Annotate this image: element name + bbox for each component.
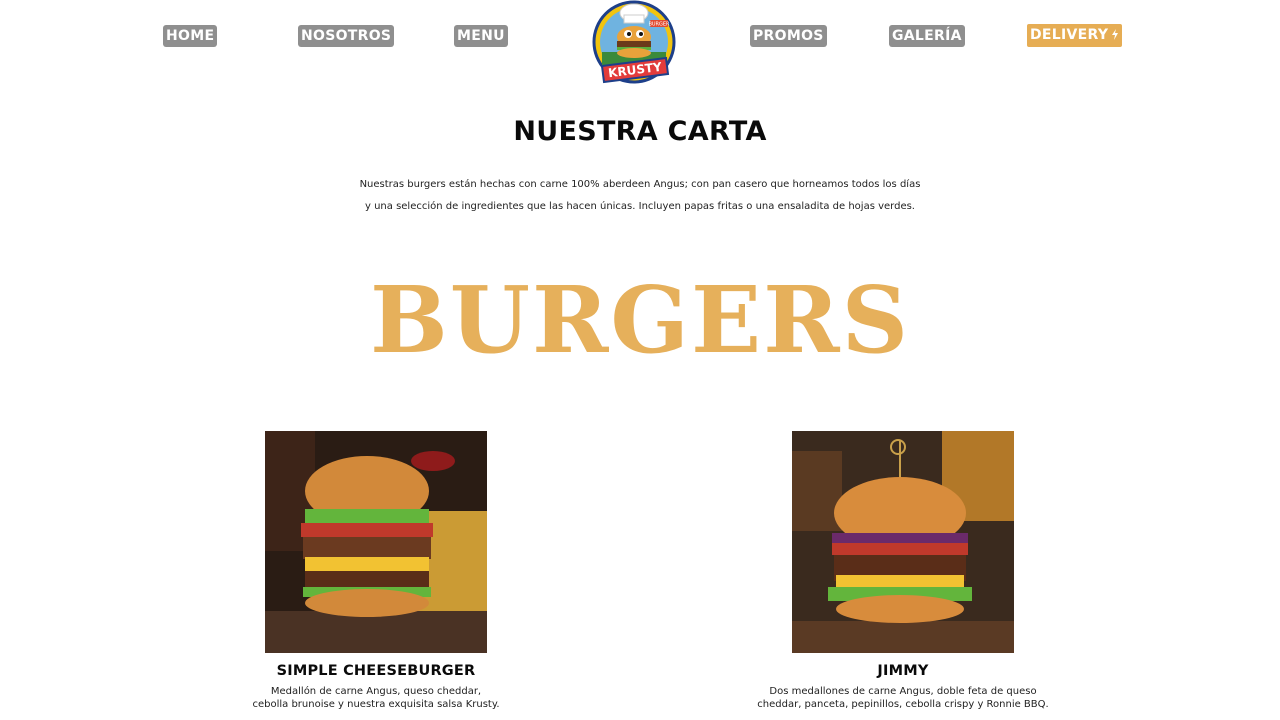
product-name: SIMPLE CHEESEBURGER bbox=[276, 663, 476, 679]
nav-promos[interactable]: PROMOS bbox=[750, 25, 827, 47]
burger-image bbox=[265, 431, 487, 653]
product-description: Medallón de carne Angus, queso cheddar, … bbox=[226, 685, 526, 711]
menu-description: Nuestras burgers están hechas con carne … bbox=[340, 174, 940, 218]
burger-image bbox=[792, 431, 1014, 653]
lightning-icon bbox=[1112, 29, 1119, 40]
krusty-logo[interactable]: BURGER KRUSTY bbox=[588, 0, 680, 86]
nav-galeria[interactable]: GALERÍA bbox=[889, 25, 965, 47]
nav-home[interactable]: HOME bbox=[163, 25, 218, 47]
product-name: JIMMY bbox=[877, 663, 929, 679]
product-description-line-2: cheddar, panceta, pepinillos, cebolla cr… bbox=[757, 699, 1049, 710]
description-line-2: y una selección de ingredientes que las … bbox=[364, 201, 915, 212]
product-card: JIMMY Dos medallones de carne Angus, dob… bbox=[753, 431, 1053, 711]
logo-badge-text: BURGER bbox=[648, 22, 670, 28]
product-description-line-1: Medallón de carne Angus, queso cheddar, bbox=[270, 686, 482, 697]
nav-delivery[interactable]: DELIVERY bbox=[1027, 24, 1123, 47]
top-nav: HOME NOSOTROS MENU BURGER KRUSTY PROMOS … bbox=[0, 0, 1280, 90]
product-description-line-1: Dos medallones de carne Angus, doble fet… bbox=[769, 686, 1037, 697]
product-description-line-2: cebolla brunoise y nuestra exquisita sal… bbox=[252, 699, 500, 710]
section-title-burgers: BURGERS bbox=[369, 266, 911, 374]
nav-menu[interactable]: MENU bbox=[454, 25, 508, 47]
delivery-label: DELIVERY bbox=[1030, 27, 1109, 43]
product-card: SIMPLE CHEESEBURGER Medallón de carne An… bbox=[226, 431, 526, 711]
product-description: Dos medallones de carne Angus, doble fet… bbox=[753, 685, 1053, 711]
nav-nosotros[interactable]: NOSOTROS bbox=[298, 25, 395, 47]
description-line-1: Nuestras burgers están hechas con carne … bbox=[359, 179, 921, 190]
page-title: NUESTRA CARTA bbox=[513, 116, 767, 147]
